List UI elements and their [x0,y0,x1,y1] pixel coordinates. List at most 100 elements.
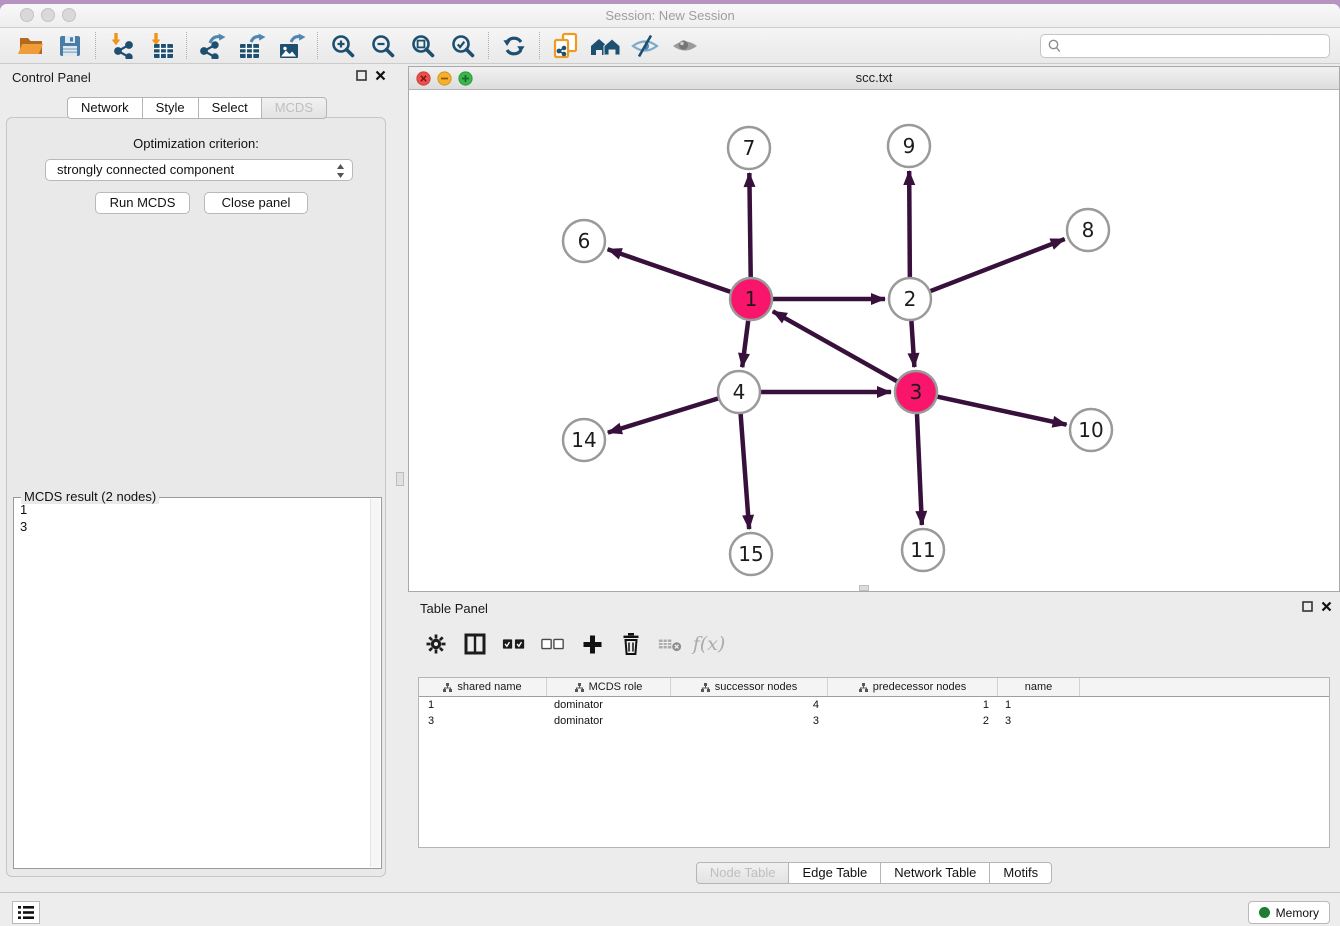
mcds-result-list[interactable]: 1 3 [14,498,381,538]
table-cell[interactable]: 3 [671,715,828,727]
select-all-columns-button[interactable] [502,631,526,657]
float-table-panel-icon[interactable] [1302,601,1313,612]
hierarchy-icon [443,683,452,692]
column-header-name[interactable]: name [998,678,1080,696]
tab-network-table[interactable]: Network Table [881,862,990,884]
plus-icon [582,634,603,655]
table-tabs: Node Table Edge Table Network Table Moti… [408,862,1340,884]
header-filler [1080,678,1329,696]
task-history-button[interactable] [12,901,40,924]
graph-edge-3-1[interactable] [773,311,897,381]
table-row[interactable]: 1dominator411 [419,697,1329,713]
table-cell[interactable]: 4 [671,699,828,711]
table-cell[interactable]: 2 [828,715,998,727]
hierarchy-icon [859,683,868,692]
table-row[interactable]: 3dominator323 [419,713,1329,729]
table-cell[interactable]: 3 [419,715,547,727]
network-file-button[interactable] [545,30,585,62]
show-graphics-details-button[interactable] [665,30,705,62]
hide-graphics-details-button[interactable] [625,30,665,62]
graph-edge-1-4[interactable] [742,321,748,367]
network-window-titlebar: scc.txt [409,67,1339,90]
control-panel-tabs: Network Style Select MCDS [0,97,394,119]
add-column-button[interactable] [580,631,604,657]
graph-edge-4-15[interactable] [741,414,750,529]
graph-edge-2-9[interactable] [909,171,910,277]
graph-node-label: 6 [578,229,591,253]
graph-node-label: 1 [745,287,758,311]
tab-select[interactable]: Select [199,97,262,119]
zoom-fit-button[interactable] [403,30,443,62]
float-panel-icon[interactable] [356,70,367,81]
tab-mcds[interactable]: MCDS [262,97,327,119]
table-cell[interactable]: 3 [998,715,1080,727]
zoom-out-button[interactable] [363,30,403,62]
zoom-in-button[interactable] [323,30,363,62]
export-image-button[interactable] [272,30,312,62]
save-session-button[interactable] [50,30,90,62]
gear-icon [425,633,447,655]
column-header-predecessor-nodes[interactable]: predecessor nodes [828,678,998,696]
graph-edge-1-7[interactable] [749,173,750,277]
result-scrollbar[interactable] [370,499,380,867]
table-cell[interactable]: 1 [998,699,1080,711]
optimization-criterion-select[interactable]: strongly connected component [45,159,353,181]
graph-edge-2-3[interactable] [911,321,914,367]
graph-node-label: 14 [571,428,596,452]
column-header-shared-name[interactable]: shared name [419,678,547,696]
export-table-button[interactable] [232,30,272,62]
column-header-successor-nodes[interactable]: successor nodes [671,678,828,696]
tab-motifs[interactable]: Motifs [990,862,1052,884]
deselect-all-columns-button[interactable] [541,631,565,657]
memory-button[interactable]: Memory [1248,901,1330,924]
graph-edge-2-8[interactable] [931,239,1065,291]
graph-node-label: 2 [904,287,917,311]
table-cell[interactable]: 1 [828,699,998,711]
delete-table-icon [658,635,682,653]
network-graph-canvas[interactable]: 7968124314101511 [409,90,1339,592]
main-toolbar [0,28,1340,64]
splitter-handle[interactable] [396,472,404,486]
search-box [1040,34,1330,58]
table-cell[interactable]: 1 [419,699,547,711]
tab-node-table[interactable]: Node Table [696,862,790,884]
run-mcds-button[interactable]: Run MCDS [95,192,190,214]
import-table-button[interactable] [141,30,181,62]
delete-column-button[interactable] [619,631,643,657]
mcds-panel: Optimization criterion: strongly connect… [6,117,386,877]
search-input[interactable] [1040,34,1330,58]
graph-edge-1-6[interactable] [608,249,731,292]
table-settings-button[interactable] [424,631,448,657]
export-network-button[interactable] [192,30,232,62]
function-builder-button[interactable]: f(x) [697,631,721,657]
tab-network[interactable]: Network [67,97,143,119]
first-neighbors-button[interactable] [585,30,625,62]
stepper-icon [336,163,345,179]
close-table-panel-icon[interactable] [1321,601,1332,612]
graph-node-label: 8 [1082,218,1095,242]
refresh-layout-button[interactable] [494,30,534,62]
node-table-body: 1dominator4113dominator323 [419,697,1329,729]
mcds-result-title: MCDS result (2 nodes) [21,489,159,504]
memory-status-icon [1259,907,1270,918]
close-panel-icon[interactable] [375,70,386,81]
graph-edge-4-14[interactable] [608,399,718,433]
close-panel-button[interactable]: Close panel [204,192,308,214]
graph-node-label: 3 [910,380,923,404]
network-file-icon [551,32,580,60]
table-cell[interactable]: dominator [547,699,671,711]
tab-edge-table[interactable]: Edge Table [789,862,881,884]
open-folder-button[interactable] [10,30,50,62]
network-resize-handle[interactable] [859,585,869,591]
import-network-button[interactable] [101,30,141,62]
tab-style[interactable]: Style [143,97,199,119]
graph-node-label: 15 [738,542,763,566]
list-icon [17,905,35,920]
table-cell[interactable]: dominator [547,715,671,727]
delete-table-button[interactable] [658,631,682,657]
graph-edge-3-11[interactable] [917,414,922,525]
graph-edge-3-10[interactable] [937,397,1066,425]
column-header-mcds-role[interactable]: MCDS role [547,678,671,696]
column-view-button[interactable] [463,631,487,657]
zoom-selected-button[interactable] [443,30,483,62]
